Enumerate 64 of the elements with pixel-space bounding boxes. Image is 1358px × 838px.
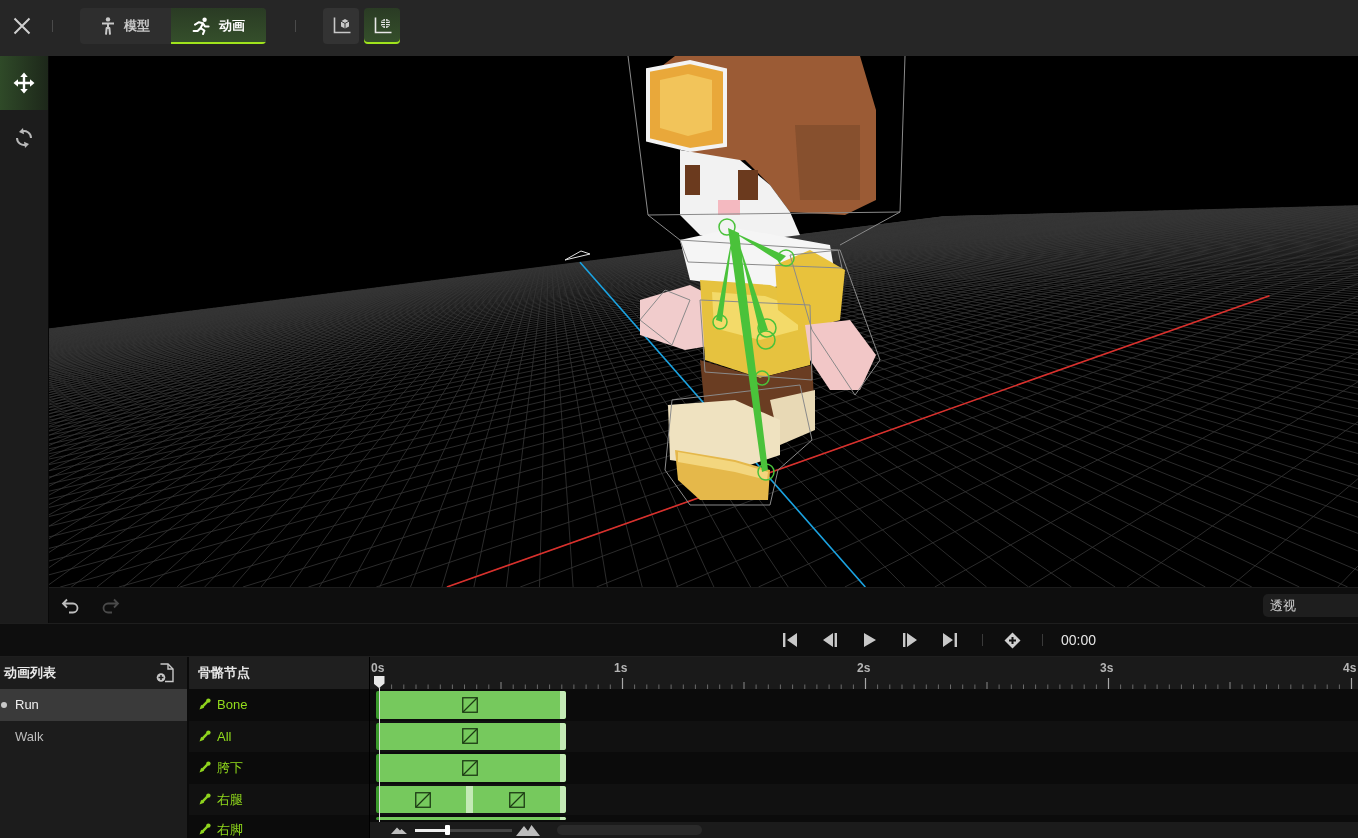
panel-title: 骨骼节点: [198, 664, 250, 682]
close-icon: [13, 17, 31, 35]
bone-icon: [199, 761, 211, 774]
animation-item[interactable]: Run: [0, 689, 187, 721]
tool-button[interactable]: [0, 56, 48, 110]
keyframe-handle[interactable]: [560, 785, 566, 814]
panel-title: 动画列表: [4, 664, 56, 682]
view-toggle-button[interactable]: [364, 8, 400, 44]
view-toggle-button[interactable]: [323, 8, 359, 44]
interpolation-icon[interactable]: [414, 791, 431, 808]
keyframe-handle[interactable]: [560, 754, 566, 782]
time-label: 3s: [1100, 660, 1114, 675]
animation-clip[interactable]: [376, 754, 566, 782]
time-display: 00:00: [1061, 632, 1097, 648]
step-forward-icon: [903, 633, 917, 647]
keyframe-handle[interactable]: [560, 722, 566, 751]
time-label: 1s: [614, 660, 628, 675]
bone-icon: [199, 698, 211, 710]
keyframe-handle[interactable]: [466, 785, 473, 814]
skip-to-start-icon: [783, 633, 797, 647]
animation-item[interactable]: Walk: [0, 720, 187, 753]
step-back-icon: [823, 633, 837, 647]
playhead[interactable]: [373, 676, 385, 822]
mode-tab[interactable]: 模型: [80, 8, 171, 44]
bone-icon: [199, 823, 211, 836]
slider-thumb[interactable]: [445, 825, 451, 835]
mountains-icon: [516, 824, 540, 836]
viewport-canvas[interactable]: [49, 56, 1358, 587]
person-icon: [101, 17, 115, 35]
interpolation-icon[interactable]: [461, 760, 478, 776]
bone-item[interactable]: All: [189, 720, 369, 753]
play-icon: [863, 633, 877, 647]
keyframe-handle[interactable]: [560, 817, 566, 820]
rotate-arrows-icon: [13, 126, 35, 149]
time-label: 2s: [857, 660, 871, 675]
skip-to-end-icon: [943, 633, 957, 647]
interpolation-icon[interactable]: [461, 728, 478, 745]
interpolation-icon[interactable]: [461, 696, 478, 713]
keyframe-handle[interactable]: [560, 691, 566, 719]
interpolation-icon[interactable]: [508, 791, 525, 808]
move-arrows-icon: [13, 72, 35, 94]
mode-tab[interactable]: 动画: [171, 8, 266, 44]
bone-icon: [199, 792, 211, 805]
mountain-icon: [391, 826, 407, 834]
redo-icon: [102, 597, 120, 614]
running-person-icon: [192, 17, 210, 35]
animation-clip[interactable]: [376, 691, 566, 719]
diamond-plus-icon: [1003, 631, 1021, 649]
axes-globe-icon: [372, 17, 392, 35]
bone-item[interactable]: 右腿: [189, 783, 369, 816]
add-animation-button[interactable]: [156, 663, 174, 683]
active-dot-icon: [1, 701, 7, 708]
animation-clip[interactable]: [376, 722, 566, 751]
bone-icon: [199, 729, 211, 742]
animation-clip[interactable]: [376, 817, 566, 820]
time-ruler[interactable]: 0s 1s 2s 3s 4s: [370, 657, 1358, 689]
axes-cube-icon: [331, 17, 351, 35]
file-plus-icon: [156, 663, 174, 683]
animation-clip[interactable]: [376, 785, 566, 814]
triangle-icon: [564, 250, 591, 261]
view-mode-dropdown[interactable]: 透视: [1263, 594, 1358, 617]
time-label: 0s: [371, 660, 385, 675]
undo-icon: [61, 597, 79, 614]
time-label: 4s: [1343, 660, 1357, 675]
